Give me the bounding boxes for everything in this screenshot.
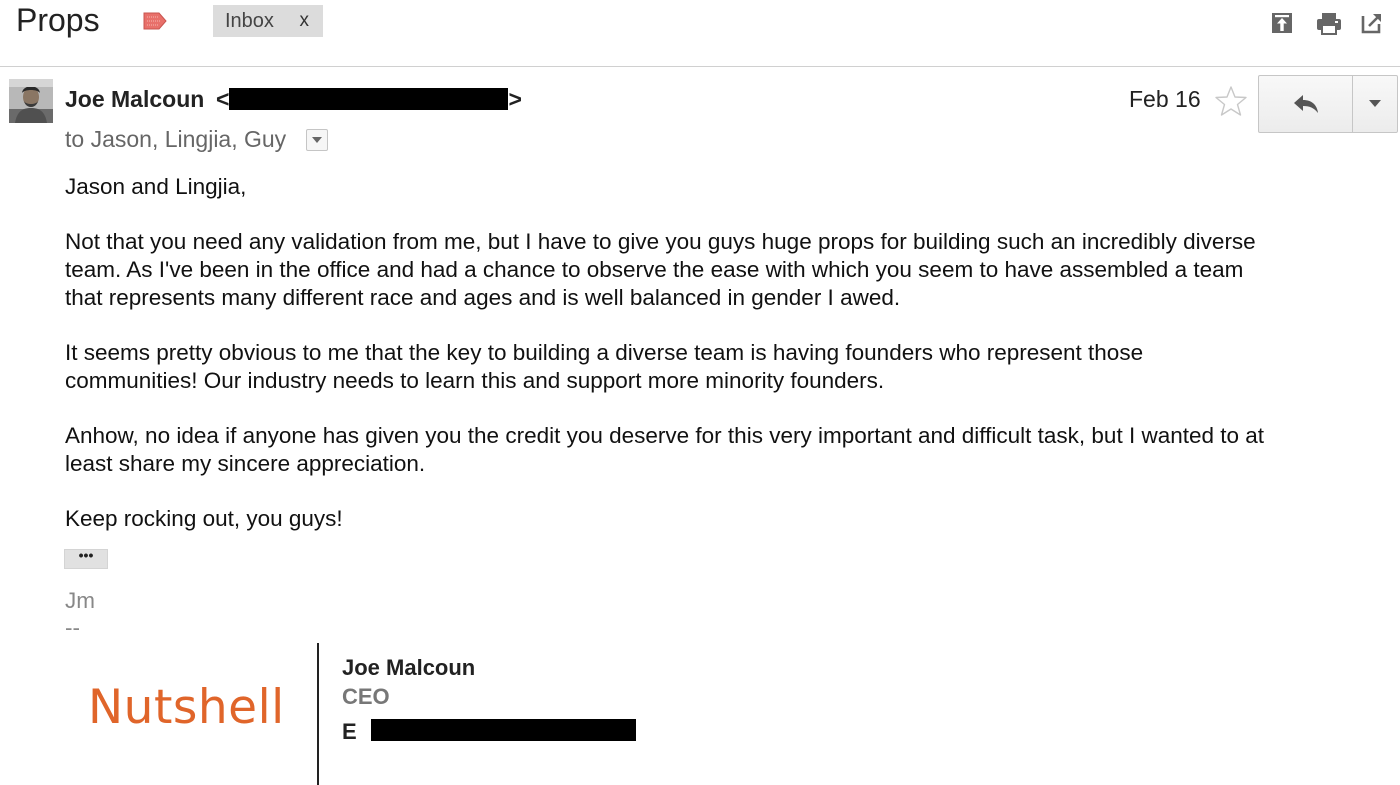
signature-title: CEO — [342, 684, 390, 709]
remove-label-button[interactable]: x — [300, 10, 310, 32]
paragraph-3-line-2: least share my sincere appreciation. — [65, 451, 426, 476]
redacted-signature-email — [371, 719, 636, 741]
dropdown-arrow-icon — [1369, 100, 1381, 107]
signature-initials: Jm — [65, 588, 95, 613]
show-trimmed-content-button[interactable]: ••• — [64, 548, 108, 569]
print-icon[interactable] — [1315, 9, 1343, 37]
more-actions-button[interactable] — [1352, 76, 1397, 132]
show-details-button[interactable] — [306, 129, 328, 151]
email-close-bracket: > — [508, 86, 522, 112]
paragraph-1-line-2: team. As I've been in the office and had… — [65, 257, 1244, 282]
nutshell-logo[interactable]: Nutshell — [88, 680, 285, 735]
sender-email: < > — [216, 86, 522, 113]
greeting: Jason and Lingjia, — [65, 174, 247, 199]
new-window-icon[interactable] — [1358, 9, 1386, 37]
sender-avatar[interactable] — [9, 79, 53, 123]
sender-name[interactable]: Joe Malcoun — [65, 86, 204, 113]
recipients-line: to Jason, Lingjia, Guy — [65, 126, 287, 152]
paragraph-2-line-1: It seems pretty obvious to me that the k… — [65, 340, 1144, 365]
reply-icon — [1293, 95, 1318, 113]
signature-divider — [317, 643, 319, 785]
reply-button[interactable] — [1259, 76, 1352, 132]
signature-name: Joe Malcoun — [342, 655, 476, 680]
email-open-bracket: < — [216, 86, 230, 112]
chevron-down-icon — [312, 137, 322, 143]
closing-line: Keep rocking out, you guys! — [65, 506, 343, 531]
paragraph-1-line-3: that represents many different race and … — [65, 285, 901, 310]
inbox-label-text: Inbox — [225, 9, 274, 32]
message-date: Feb 16 — [1129, 86, 1201, 112]
paragraph-1-line-1: Not that you need any validation from me… — [65, 229, 1256, 254]
star-icon[interactable] — [1214, 84, 1248, 118]
signature-email-label: E — [342, 719, 357, 744]
importance-marker-icon[interactable] — [143, 11, 167, 31]
redacted-email — [229, 88, 509, 110]
expand-all-icon[interactable] — [1268, 9, 1296, 37]
inbox-label-chip[interactable]: Inbox x — [213, 5, 323, 37]
header-divider — [0, 66, 1400, 67]
signature-separator: -- — [65, 615, 80, 640]
paragraph-3-line-1: Anhow, no idea if anyone has given you t… — [65, 423, 1265, 448]
thread-subject: Props — [16, 2, 100, 38]
reply-button-group — [1258, 75, 1398, 133]
paragraph-2-line-2: communities! Our industry needs to learn… — [65, 368, 885, 393]
